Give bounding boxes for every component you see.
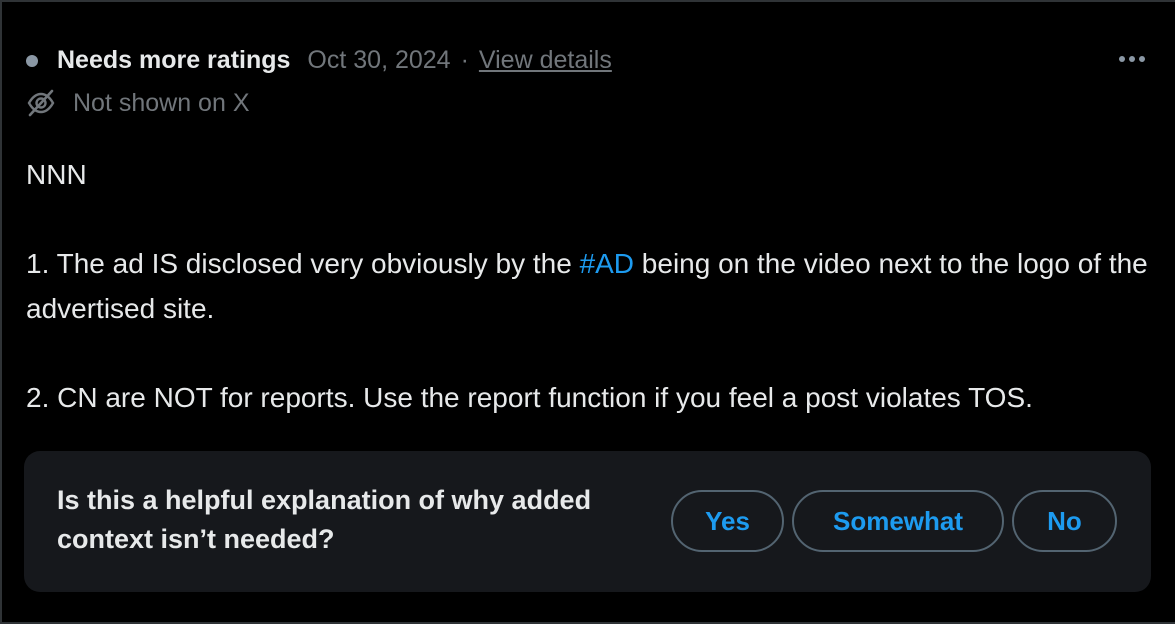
rating-question: Is this a helpful explanation of why add… bbox=[57, 485, 592, 554]
more-options-button[interactable] bbox=[1119, 56, 1145, 62]
hashtag-link[interactable]: #AD bbox=[580, 248, 634, 279]
no-button[interactable]: No bbox=[1012, 490, 1117, 552]
note-paragraph-1: 1. The ad IS disclosed very obviously by… bbox=[26, 241, 1156, 331]
view-details-link[interactable]: View details bbox=[479, 46, 612, 75]
note-date: Oct 30, 2024 bbox=[307, 46, 451, 74]
rating-prompt-card: Is this a helpful explanation of why add… bbox=[24, 451, 1151, 592]
more-icon-dot bbox=[1129, 56, 1135, 62]
note-body-heading: NNN bbox=[26, 159, 87, 190]
note-card: Needs more ratings Oct 30, 2024 · View d… bbox=[0, 0, 1175, 624]
note-paragraph-2: 2. CN are NOT for reports. Use the repor… bbox=[26, 382, 1033, 413]
more-icon-dot bbox=[1119, 56, 1125, 62]
visibility-label: Not shown on X bbox=[73, 88, 250, 117]
note-body: NNN 1. The ad IS disclosed very obviousl… bbox=[26, 152, 1156, 420]
eye-off-icon bbox=[27, 89, 55, 117]
visibility-row: Not shown on X bbox=[26, 88, 250, 118]
somewhat-button[interactable]: Somewhat bbox=[792, 490, 1004, 552]
status-dot-icon bbox=[26, 54, 38, 67]
yes-button[interactable]: Yes bbox=[671, 490, 784, 552]
note-text: 1. The ad IS disclosed very obviously by… bbox=[26, 248, 580, 279]
note-status-row: Needs more ratings Oct 30, 2024 · View d… bbox=[26, 46, 612, 75]
status-label: Needs more ratings bbox=[57, 46, 291, 74]
separator: · bbox=[460, 46, 469, 74]
more-icon-dot bbox=[1139, 56, 1145, 62]
